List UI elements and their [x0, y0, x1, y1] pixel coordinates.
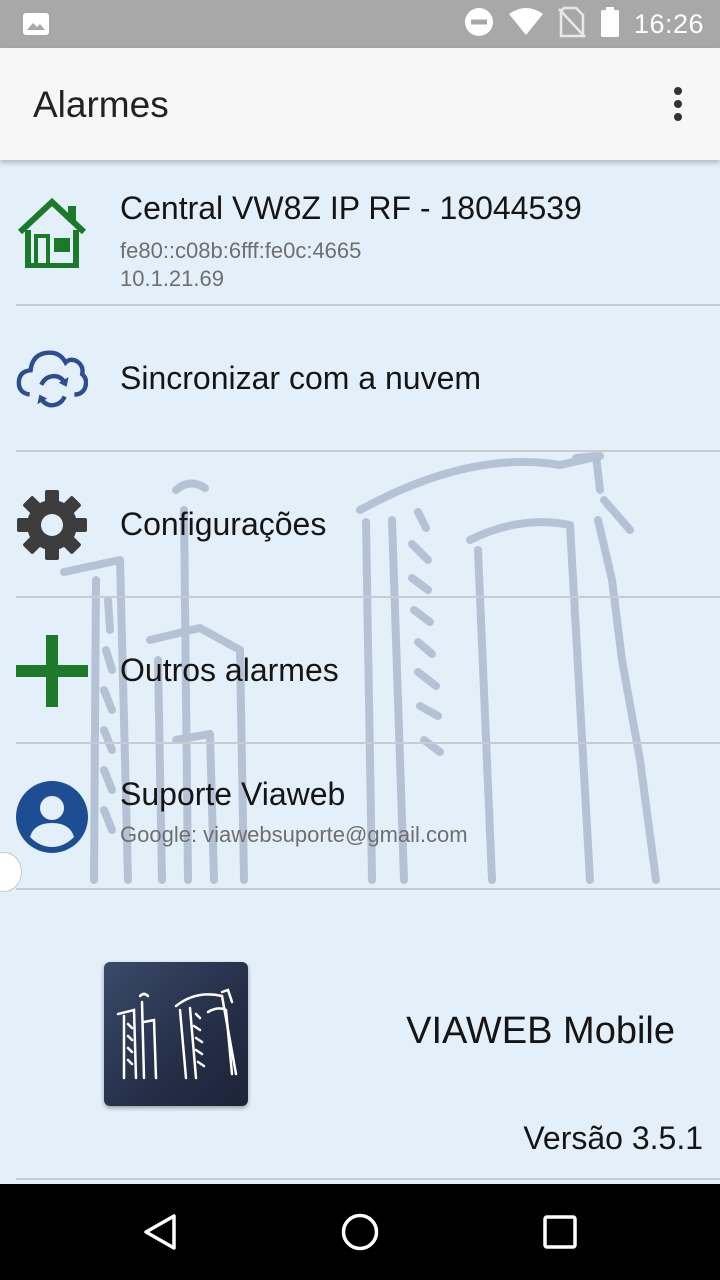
wifi-icon [508, 7, 544, 41]
list-item-sync[interactable]: Sincronizar com a nuvem [16, 306, 720, 452]
image-icon [22, 12, 50, 41]
support-email: Google: viawebsuporte@gmail.com [120, 822, 468, 847]
about-version: Versão 3.5.1 [523, 1120, 703, 1156]
plus-icon [16, 635, 88, 707]
support-title: Suporte Viaweb [120, 776, 346, 812]
no-sim-icon [558, 6, 586, 43]
recents-icon[interactable] [540, 1212, 580, 1252]
divider [16, 1178, 720, 1180]
system-nav-bar [0, 1184, 720, 1280]
list-item-other-alarms[interactable]: Outros alarmes [16, 598, 720, 744]
home-icon [16, 196, 88, 268]
central-ipv6: fe80::c08b:6fff:fe0c:4665 [120, 238, 362, 263]
do-not-disturb-icon [464, 7, 494, 42]
battery-icon [600, 6, 620, 42]
page-title: Alarmes [33, 84, 169, 125]
back-icon[interactable] [140, 1212, 180, 1252]
app-logo [104, 962, 248, 1106]
cloud-sync-icon [16, 343, 88, 415]
status-time: 16:26 [633, 8, 704, 39]
drawer-content: Central VW8Z IP RF - 18044539 fe80::c08b… [0, 160, 720, 1184]
gear-icon [16, 489, 88, 561]
home-circle-icon[interactable] [340, 1212, 380, 1252]
account-icon [16, 781, 88, 853]
central-title: Central VW8Z IP RF - 18044539 [120, 190, 582, 226]
about-app-name: VIAWEB Mobile [406, 1010, 675, 1052]
sync-title: Sincronizar com a nuvem [120, 360, 482, 396]
list-item-support[interactable]: Suporte Viaweb Google: viawebsuporte@gma… [16, 744, 720, 890]
more-vert-icon[interactable] [666, 86, 690, 122]
list-item-settings[interactable]: Configurações [16, 452, 720, 598]
settings-title: Configurações [120, 506, 327, 542]
list-item-central[interactable]: Central VW8Z IP RF - 18044539 fe80::c08b… [16, 160, 720, 306]
central-ipv4: 10.1.21.69 [120, 266, 224, 291]
about-section: VIAWEB Mobile Versão 3.5.1 [0, 890, 720, 1180]
status-bar: 16:26 [0, 0, 720, 48]
app-bar: Alarmes [0, 48, 720, 160]
other-alarms-title: Outros alarmes [120, 652, 339, 688]
